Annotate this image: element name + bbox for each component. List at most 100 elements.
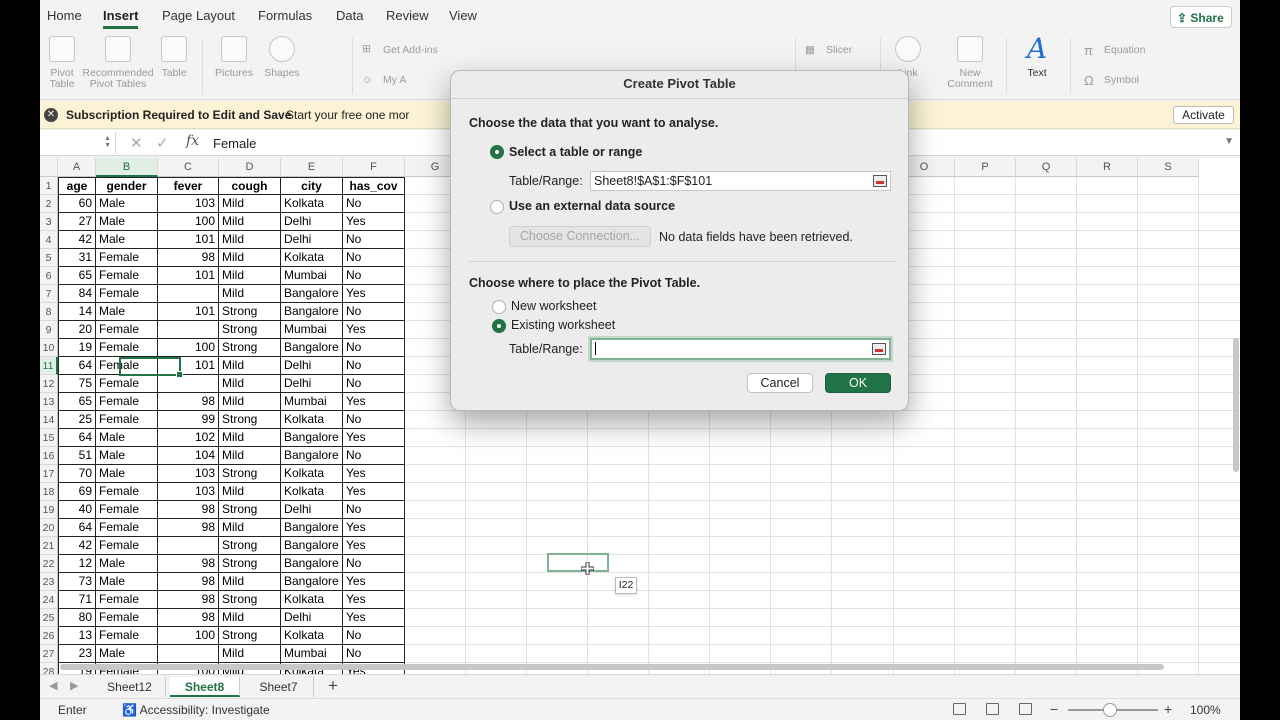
table-header-cell[interactable]: gender — [96, 177, 158, 195]
radio-new-worksheet-label[interactable]: New worksheet — [511, 299, 596, 313]
table-cell[interactable]: Mild — [219, 393, 281, 411]
zoom-level[interactable]: 100% — [1190, 703, 1221, 717]
table-cell[interactable]: 103 — [158, 465, 219, 483]
name-box-stepper-icon[interactable]: ▲ ▼ — [104, 135, 111, 149]
table-cell[interactable]: Female — [96, 339, 158, 357]
vertical-scrollbar[interactable] — [1233, 338, 1239, 472]
column-header[interactable]: E — [281, 158, 343, 177]
table-cell[interactable]: No — [343, 357, 405, 375]
table-header-cell[interactable]: cough — [219, 177, 281, 195]
table-cell[interactable]: Bangalore — [281, 555, 343, 573]
table-cell[interactable]: Yes — [343, 537, 405, 555]
row-header[interactable]: 15 — [40, 429, 58, 447]
table-cell[interactable]: Yes — [343, 483, 405, 501]
table-cell[interactable]: Mild — [219, 195, 281, 213]
insert-function-button[interactable]: fx — [186, 133, 199, 149]
table-cell[interactable]: No — [343, 303, 405, 321]
table-cell[interactable]: Mild — [219, 447, 281, 465]
column-header[interactable]: A — [58, 158, 96, 177]
formula-input[interactable]: Female — [213, 136, 256, 151]
row-header[interactable]: 26 — [40, 627, 58, 645]
table-cell[interactable]: No — [343, 375, 405, 393]
table-cell[interactable]: Kolkata — [281, 591, 343, 609]
tab-review[interactable]: Review — [386, 8, 429, 23]
radio-select-range-label[interactable]: Select a table or range — [509, 145, 642, 159]
table-cell[interactable]: 103 — [158, 195, 219, 213]
table-cell[interactable]: Yes — [343, 591, 405, 609]
table-cell[interactable]: 25 — [58, 411, 96, 429]
table-cell[interactable]: Strong — [219, 627, 281, 645]
table-cell[interactable]: 102 — [158, 429, 219, 447]
table-cell[interactable]: 73 — [58, 573, 96, 591]
table-cell[interactable]: 98 — [158, 519, 219, 537]
column-header[interactable]: B — [96, 158, 158, 177]
table-cell[interactable]: Yes — [343, 321, 405, 339]
range-picker-icon[interactable] — [872, 343, 886, 355]
tab-formulas[interactable]: Formulas — [258, 8, 312, 23]
table-cell[interactable] — [158, 285, 219, 303]
table-cell[interactable]: 101 — [158, 357, 219, 375]
table-cell[interactable]: 64 — [58, 357, 96, 375]
tab-view[interactable]: View — [449, 8, 477, 23]
table-cell[interactable]: 42 — [58, 231, 96, 249]
table-cell[interactable]: 84 — [58, 285, 96, 303]
table-cell[interactable]: Female — [96, 627, 158, 645]
zoom-out-button[interactable]: − — [1050, 701, 1058, 717]
shapes-button[interactable]: Shapes — [262, 36, 302, 79]
normal-view-icon[interactable] — [953, 703, 966, 715]
column-header[interactable]: Q — [1016, 158, 1077, 177]
row-header[interactable]: 5 — [40, 249, 58, 267]
table-cell[interactable]: Mumbai — [281, 267, 343, 285]
table-cell[interactable]: Female — [96, 267, 158, 285]
table-cell[interactable]: Male — [96, 231, 158, 249]
row-header[interactable]: 17 — [40, 465, 58, 483]
my-addins-button[interactable]: My A — [383, 74, 406, 86]
table-cell[interactable]: No — [343, 627, 405, 645]
table-cell[interactable]: Kolkata — [281, 627, 343, 645]
table-cell[interactable]: Delhi — [281, 357, 343, 375]
table-cell[interactable]: Female — [96, 591, 158, 609]
row-header[interactable]: 11 — [40, 357, 58, 375]
table-cell[interactable] — [158, 375, 219, 393]
table-cell[interactable]: Mild — [219, 609, 281, 627]
table-cell[interactable]: Male — [96, 429, 158, 447]
table-cell[interactable]: 100 — [158, 213, 219, 231]
column-header[interactable]: S — [1138, 158, 1199, 177]
table-cell[interactable]: Male — [96, 465, 158, 483]
page-layout-view-icon[interactable] — [986, 703, 999, 715]
table-cell[interactable]: Mild — [219, 429, 281, 447]
text-button[interactable]: A Text — [1020, 35, 1054, 79]
radio-select-range[interactable] — [490, 145, 504, 159]
table-cell[interactable]: Male — [96, 303, 158, 321]
table-cell[interactable]: 64 — [58, 519, 96, 537]
sheet-tab-sheet12[interactable]: Sheet12 — [94, 677, 166, 697]
table-cell[interactable]: Delhi — [281, 231, 343, 249]
pivot-table-button[interactable]: Pivot Table — [46, 36, 78, 90]
radio-external-source-label[interactable]: Use an external data source — [509, 199, 675, 213]
row-header[interactable]: 24 — [40, 591, 58, 609]
table-cell[interactable]: Bangalore — [281, 519, 343, 537]
row-header[interactable]: 7 — [40, 285, 58, 303]
table-cell[interactable]: Strong — [219, 591, 281, 609]
table-cell[interactable]: 101 — [158, 303, 219, 321]
tab-page-layout[interactable]: Page Layout — [162, 8, 235, 23]
table-cell[interactable]: Kolkata — [281, 483, 343, 501]
table-cell[interactable]: 80 — [58, 609, 96, 627]
table-cell[interactable]: Female — [96, 285, 158, 303]
table-cell[interactable]: Mumbai — [281, 645, 343, 663]
table-cell[interactable]: 69 — [58, 483, 96, 501]
range-picker-icon[interactable] — [873, 175, 887, 187]
table-cell[interactable]: Female — [96, 609, 158, 627]
table-cell[interactable]: Female — [96, 249, 158, 267]
table-cell[interactable]: Male — [96, 195, 158, 213]
equation-button[interactable]: Equation — [1104, 44, 1145, 56]
row-header[interactable]: 14 — [40, 411, 58, 429]
column-header[interactable]: F — [343, 158, 405, 177]
table-cell[interactable]: Yes — [343, 213, 405, 231]
table-cell[interactable]: 98 — [158, 591, 219, 609]
table-cell[interactable]: Bangalore — [281, 285, 343, 303]
table-cell[interactable]: Female — [96, 375, 158, 393]
table-cell[interactable]: No — [343, 447, 405, 465]
table-cell[interactable]: 12 — [58, 555, 96, 573]
table-cell[interactable]: 70 — [58, 465, 96, 483]
